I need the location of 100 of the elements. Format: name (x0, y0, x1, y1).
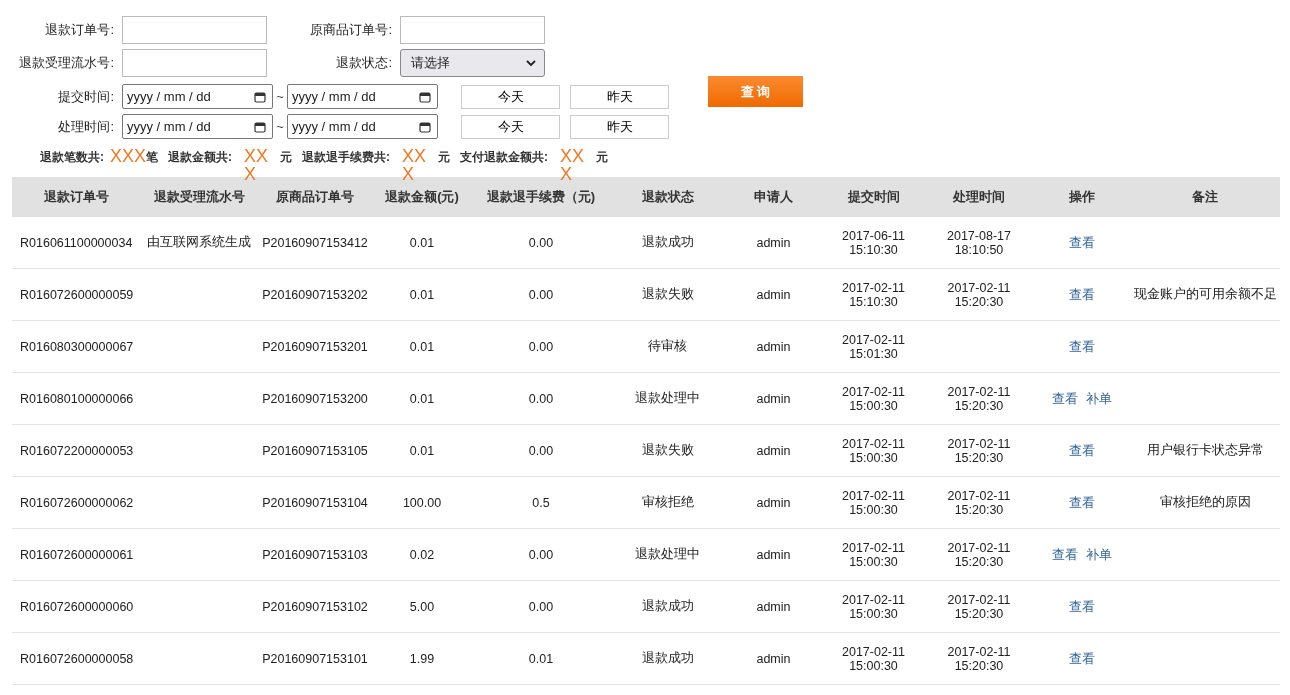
column-header: 操作 (1033, 177, 1130, 217)
action-link[interactable]: 补单 (1085, 390, 1112, 406)
unit-label: 元 (596, 149, 609, 166)
field-label: 退款受理流水号: (18, 54, 115, 72)
table-cell: 退款失败 (610, 424, 725, 477)
date-field[interactable]: yyyy / mm / dd (122, 114, 273, 139)
table-cell-text: 2017-02-11 15:20:30 (946, 488, 1012, 517)
date-field[interactable]: yyyy / mm / dd (287, 84, 438, 109)
table-cell: P20160907153202 (258, 268, 372, 321)
calendar-icon[interactable] (254, 120, 266, 133)
summary-label: 退款金额共: (168, 149, 233, 166)
action-link[interactable]: 查看 (1051, 390, 1078, 406)
table-cell: 100.00 (372, 476, 472, 529)
calendar-icon[interactable] (419, 120, 431, 133)
chevron-icon (526, 59, 536, 67)
table-cell: 0.00 (472, 372, 610, 425)
table-cell: R016080100000066 (12, 372, 140, 425)
calendar-icon[interactable] (419, 90, 431, 103)
table-cell: 退款成功 (610, 217, 725, 269)
action-link[interactable]: 查看 (1068, 494, 1095, 510)
table-cell: 退款处理中 (610, 372, 725, 425)
table-cell: 0.01 (372, 424, 472, 477)
table-cell: admin (725, 320, 822, 373)
table-cell: 退款处理中 (610, 528, 725, 581)
table-cell: admin (725, 217, 822, 269)
table-cell: R016080300000067 (12, 320, 140, 373)
field-label: 退款状态: (335, 54, 393, 72)
action-link[interactable]: 补单 (1085, 546, 1112, 562)
summary-label: 退款笔数共: (40, 149, 104, 166)
table-cell: 0.00 (472, 424, 610, 477)
calendar-icon[interactable] (254, 90, 266, 103)
table-cell: P20160907153200 (258, 372, 372, 425)
table-cell: admin (725, 632, 822, 685)
table-cell: 5.00 (372, 580, 472, 633)
table-cell: P20160907153412 (258, 217, 372, 269)
yesterday-button[interactable]: 昨天 (570, 114, 669, 139)
table-cell: 退款失败 (610, 268, 725, 321)
range-separator: ~ (275, 89, 285, 104)
table-cell-text: 2017-02-11 15:00:30 (841, 384, 906, 413)
column-header: 退款状态 (610, 177, 725, 217)
table-cell: 审核拒绝的原因 (1159, 495, 1251, 509)
table-cell: admin (725, 476, 822, 529)
table-cell-text: 2017-02-11 15:20:30 (946, 384, 1012, 413)
table-cell: 0.00 (472, 528, 610, 581)
field-label: 处理时间: (57, 117, 115, 136)
table-cell-text: 2017-02-11 15:20:30 (946, 592, 1012, 621)
table-cell: 0.01 (372, 372, 472, 425)
table-cell-text: 2017-02-11 15:00:30 (841, 436, 906, 465)
table-cell-text: 2017-06-11 15:10:30 (841, 228, 906, 257)
action-link[interactable]: 查看 (1068, 442, 1095, 458)
table-cell: 0.00 (472, 217, 610, 269)
table-cell: 待审核 (610, 320, 725, 373)
table-cell: R016072200000053 (12, 424, 140, 477)
status-select[interactable]: 请选择 (400, 49, 545, 77)
table-cell: R016072600000061 (12, 528, 140, 581)
table-cell: admin (725, 268, 822, 321)
today-button[interactable]: 今天 (461, 84, 560, 109)
table-cell: admin (725, 580, 822, 633)
table-cell: 0.01 (472, 632, 610, 685)
summary-label: 支付退款金额共: (460, 149, 549, 166)
today-button[interactable]: 今天 (461, 114, 560, 139)
unit-label: 笔 (146, 150, 159, 166)
yesterday-button[interactable]: 昨天 (570, 84, 669, 109)
action-link[interactable]: 查看 (1068, 338, 1095, 354)
table-cell: P20160907153103 (258, 528, 372, 581)
field-label: 退款订单号: (44, 21, 115, 39)
column-header: 处理时间 (925, 177, 1033, 217)
action-link[interactable]: 查看 (1068, 598, 1095, 614)
action-link[interactable]: 查看 (1068, 234, 1095, 250)
table-cell: 1.99 (372, 632, 472, 685)
table-cell-text: 2017-02-11 15:00:30 (841, 644, 906, 673)
summary-value: XXX (110, 147, 147, 165)
unit-label: 元 (438, 149, 451, 166)
table-cell: 0.01 (372, 268, 472, 321)
table-cell-text: 2017-02-11 15:00:30 (841, 488, 906, 517)
table-cell-text: 2017-08-17 18:10:50 (946, 228, 1012, 257)
original-order-input[interactable] (400, 16, 545, 44)
action-link[interactable]: 查看 (1068, 286, 1095, 302)
column-header: 提交时间 (822, 177, 925, 217)
summary-label: 退款退手续费共: (302, 149, 391, 166)
table-cell-text: 2017-02-11 15:20:30 (946, 540, 1012, 569)
table-cell: 0.5 (472, 476, 610, 529)
refund-order-input[interactable] (122, 16, 267, 44)
date-field[interactable]: yyyy / mm / dd (287, 114, 438, 139)
table-cell: 0.01 (372, 320, 472, 373)
column-header: 备注 (1130, 177, 1280, 217)
table-cell: P20160907153101 (258, 632, 372, 685)
date-field[interactable]: yyyy / mm / dd (122, 84, 273, 109)
table-cell: 退款成功 (610, 580, 725, 633)
serial-number-input[interactable] (122, 49, 267, 77)
range-separator: ~ (275, 119, 285, 134)
table-cell: P20160907153105 (258, 424, 372, 477)
action-link[interactable]: 查看 (1051, 546, 1078, 562)
table-cell: P20160907153201 (258, 320, 372, 373)
table-cell: R016072600000060 (12, 580, 140, 633)
table-cell: 现金账户的可用余额不足 (1133, 287, 1277, 301)
action-link[interactable]: 查看 (1068, 650, 1095, 666)
table-cell: R016061100000034 (12, 217, 140, 269)
unit-label: 元 (280, 149, 293, 166)
table-cell: 0.00 (472, 320, 610, 373)
